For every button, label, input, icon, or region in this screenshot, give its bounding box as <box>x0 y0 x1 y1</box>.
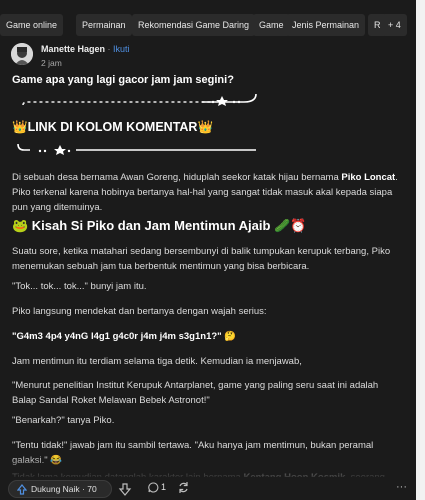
scrollbar[interactable] <box>416 0 425 500</box>
post-card: Game online Permainan Rekomendasi Game D… <box>0 0 416 500</box>
decorative-divider-top <box>22 93 257 106</box>
downvote-icon[interactable] <box>116 481 134 497</box>
share-icon[interactable] <box>177 481 190 494</box>
post-question: Game apa yang lagi gacor jam jam segini? <box>12 74 234 86</box>
comment-icon[interactable] <box>148 482 159 493</box>
tag-permainan[interactable]: Permainan <box>76 14 132 36</box>
post-body: Game apa yang lagi gacor jam jam segini?… <box>12 72 398 477</box>
paragraph-4: Jam mentimun itu terdiam selama tiga det… <box>12 356 302 367</box>
post-time: 2 jam <box>41 58 62 68</box>
paragraph-6: "Benarkah?" tanya Piko. <box>12 415 115 426</box>
avatar-icon <box>11 43 33 65</box>
tag-game-online[interactable]: Game online <box>0 14 64 36</box>
content-fade <box>0 455 416 480</box>
tag-game[interactable]: Game <box>253 14 290 36</box>
tag-jenis-permainan[interactable]: Jenis Permainan <box>286 14 366 36</box>
author-line: Manette Hagen · Ikuti <box>41 44 130 54</box>
upvote-label: Dukung Naik · 70 <box>31 484 97 494</box>
author-name[interactable]: Manette Hagen <box>41 44 105 54</box>
comment-count[interactable]: 1 <box>161 482 166 492</box>
topic-tags: Game online Permainan Rekomendasi Game D… <box>0 14 416 36</box>
tags-more-button[interactable]: + 4 <box>382 14 407 36</box>
intro-paragraph: Di sebuah desa bernama Awan Goreng, hidu… <box>12 172 398 213</box>
paragraph-3: Piko langsung mendekat dan bertanya deng… <box>12 306 267 317</box>
author-separator: · <box>107 44 111 54</box>
follow-link[interactable]: Ikuti <box>113 44 130 54</box>
story-heading: 🐸 Kisah Si Piko dan Jam Mentimun Ajaib 🥒… <box>12 218 307 233</box>
link-banner: 👑LINK DI KOLOM KOMENTAR👑 <box>12 120 214 134</box>
decorative-divider-bottom <box>17 143 256 155</box>
avatar[interactable] <box>11 43 33 65</box>
paragraph-1: Suatu sore, ketika matahari sedang berse… <box>12 246 391 272</box>
more-icon[interactable]: ··· <box>396 481 407 493</box>
paragraph-2: "Tok... tok... tok..." bunyi jam itu. <box>12 281 147 292</box>
upvote-button[interactable]: Dukung Naik · 70 <box>8 480 112 498</box>
paragraph-5: "Menurut penelitian Institut Kerupuk Ant… <box>12 380 379 406</box>
action-bar: Dukung Naik · 70 1 ··· <box>0 478 416 500</box>
code-question: "G4m3 4p4 y4nG l4g1 g4c0r j4m j4m s3g1n1… <box>12 331 237 342</box>
upvote-icon <box>17 484 27 495</box>
tag-rekomendasi-game-daring[interactable]: Rekomendasi Game Daring <box>132 14 256 36</box>
